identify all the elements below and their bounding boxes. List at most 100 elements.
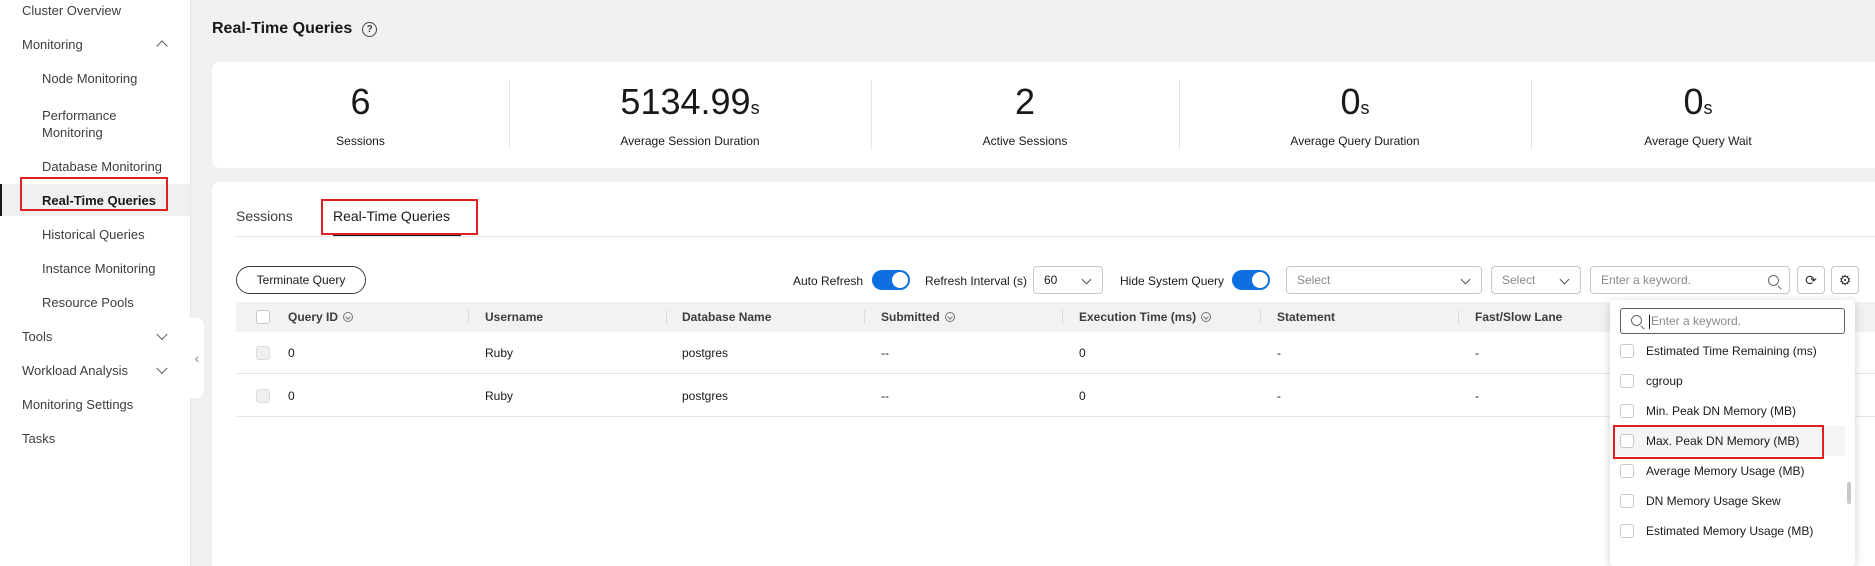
sidebar-item-tasks[interactable]: Tasks [0,422,190,454]
sidebar-item-monitoring[interactable]: Monitoring [0,28,190,60]
sidebar-item-label: Database Monitoring [42,158,162,174]
cell-statement: - [1277,389,1281,403]
page-title: Real-Time Queries ? [212,20,378,38]
column-option[interactable]: DN Memory Usage Skew [1610,486,1845,516]
sidebar-item-cluster-overview[interactable]: Cluster Overview [0,0,190,26]
cell-execution-time: 0 [1079,346,1086,360]
sidebar-item-label: Resource Pools [42,294,134,310]
column-option[interactable]: Max. Peak DN Memory (MB) [1610,426,1845,456]
column-option-checkbox[interactable] [1620,464,1634,478]
select-all-checkbox[interactable] [256,310,270,324]
chevron-down-icon [156,362,168,375]
column-header-query-id[interactable]: Query ID [288,302,354,332]
column-header-execution-time[interactable]: Execution Time (ms) [1079,302,1212,332]
stat-unit: s [1360,98,1370,118]
cell-submitted: -- [881,389,889,403]
cell-fast-slow-lane: - [1475,389,1479,403]
search-placeholder: Enter a keyword. [1601,273,1692,287]
sidebar-collapse-toggle[interactable]: ‹ [190,318,204,398]
column-picker-dropdown: Enter a keyword. Estimated Time Remainin… [1610,300,1855,566]
search-input[interactable]: Enter a keyword. [1590,266,1790,294]
sidebar-item-real-time-queries[interactable]: Real-Time Queries [0,184,190,216]
chevron-left-icon: ‹ [194,350,200,366]
sidebar-item-label: Real-Time Queries [42,192,156,208]
sidebar-item-label: Tasks [22,430,56,446]
text-caret [1649,315,1650,329]
stat-average-query-wait: 0s Average Query Wait [1531,82,1865,149]
stat-value: 5134.99 [620,81,751,122]
stat-unit: s [750,98,760,118]
column-search-placeholder: Enter a keyword. [1651,314,1742,328]
stat-sessions: 6 Sessions [212,82,509,149]
sidebar-item-monitoring-settings[interactable]: Monitoring Settings [0,388,190,420]
stat-unit: s [1703,98,1713,118]
column-option-checkbox[interactable] [1620,434,1634,448]
sort-icon[interactable] [1201,312,1212,322]
row-checkbox[interactable] [256,389,270,403]
column-header-fast-slow-lane: Fast/Slow Lane [1475,310,1563,324]
help-icon[interactable]: ? [362,21,378,37]
column-option[interactable]: Average Memory Usage (MB) [1610,456,1845,486]
cell-query-id: 0 [288,346,295,360]
sort-icon[interactable] [343,312,354,322]
filter-select-1[interactable]: Select [1286,266,1482,294]
sidebar-item-database-monitoring[interactable]: Database Monitoring [0,150,190,182]
sidebar-item-tools[interactable]: Tools [0,320,190,352]
column-option-checkbox[interactable] [1620,374,1634,388]
sort-icon[interactable] [944,312,955,322]
column-header-submitted[interactable]: Submitted [881,302,955,332]
cell-database-name: postgres [682,346,729,360]
sidebar-item-label: Node Monitoring [42,70,138,86]
chevron-down-icon [1460,274,1471,285]
sidebar-item-resource-pools[interactable]: Resource Pools [0,286,190,318]
column-option[interactable]: Min. Peak DN Memory (MB) [1610,396,1845,426]
column-search-input[interactable]: Enter a keyword. [1620,308,1845,334]
tab-sessions[interactable]: Sessions [236,208,293,224]
sidebar-item-label: Monitoring [22,36,83,52]
gear-icon: ⚙ [1838,271,1852,288]
tab-real-time-queries[interactable]: Real-Time Queries [333,208,450,224]
search-icon [1631,315,1642,326]
sidebar: Cluster Overview Monitoring Node Monitor… [0,0,191,566]
chevron-down-icon [156,328,168,341]
terminate-query-button[interactable]: Terminate Query [236,266,366,294]
column-option[interactable]: cgroup [1610,366,1845,396]
column-settings-button[interactable]: ⚙ [1831,266,1859,294]
sidebar-item-label: Workload Analysis [22,362,128,378]
column-option-checkbox[interactable] [1620,344,1634,358]
stats-panel: 6 Sessions 5134.99s Average Session Dura… [212,62,1875,168]
refresh-interval-label: Refresh Interval (s) [925,274,1028,288]
sidebar-item-node-monitoring[interactable]: Node Monitoring [0,62,190,94]
cell-execution-time: 0 [1079,389,1086,403]
cell-username: Ruby [485,389,514,403]
sidebar-item-performance-monitoring[interactable]: Performance Monitoring [0,102,140,146]
dropdown-scrollbar[interactable] [1847,482,1851,504]
column-option[interactable]: Estimated Time Remaining (ms) [1610,336,1845,366]
column-option-checkbox[interactable] [1620,494,1634,508]
stat-active-sessions: 2 Active Sessions [871,82,1179,149]
chevron-up-icon [156,40,168,52]
auto-refresh-label: Auto Refresh [793,274,864,288]
row-checkbox[interactable] [256,346,270,360]
auto-refresh-toggle[interactable] [872,270,910,290]
sidebar-item-label: Historical Queries [42,226,145,242]
filter-select-2[interactable]: Select [1491,266,1581,294]
stat-average-query-duration: 0s Average Query Duration [1179,82,1531,149]
refresh-button[interactable]: ⟳ [1797,266,1825,294]
refresh-interval-select[interactable]: 60 [1033,266,1103,294]
select-placeholder: Select [1297,273,1331,287]
column-option-checkbox[interactable] [1620,524,1634,538]
column-option-checkbox[interactable] [1620,404,1634,418]
column-header-username: Username [485,310,544,324]
sidebar-item-workload-analysis[interactable]: Workload Analysis [0,354,190,386]
cell-username: Ruby [485,346,514,360]
stat-label: Average Session Duration [620,134,760,148]
select-placeholder: Select [1502,273,1536,287]
page-title-text: Real-Time Queries [212,20,353,37]
column-option[interactable]: Estimated Memory Usage (MB) [1610,516,1845,546]
sidebar-item-historical-queries[interactable]: Historical Queries [0,218,190,250]
stat-label: Average Query Wait [1644,134,1752,148]
sidebar-item-instance-monitoring[interactable]: Instance Monitoring [0,252,190,284]
sidebar-item-label: Instance Monitoring [42,260,156,276]
hide-system-query-toggle[interactable] [1232,270,1270,290]
